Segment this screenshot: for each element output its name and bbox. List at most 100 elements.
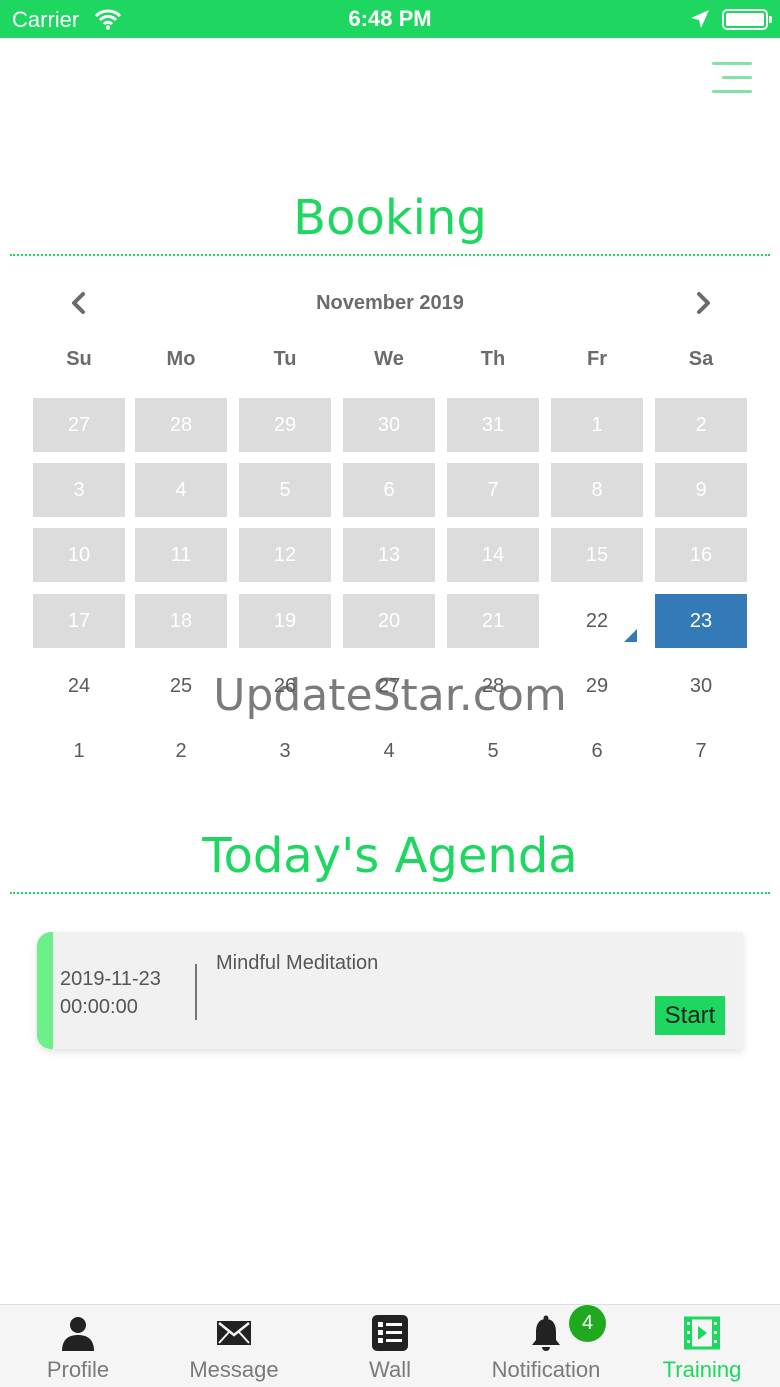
calendar-day: 9 bbox=[655, 463, 747, 517]
clock: 6:48 PM bbox=[348, 6, 432, 31]
calendar-day-today[interactable]: 22 bbox=[551, 594, 643, 648]
calendar-day: 7 bbox=[447, 463, 539, 517]
calendar-day[interactable]: 1 bbox=[33, 724, 125, 778]
calendar-day: 30 bbox=[343, 398, 435, 452]
agenda-item: 2019-11-23 00:00:00 Mindful Meditation S… bbox=[37, 932, 743, 1049]
calendar-day: 3 bbox=[33, 463, 125, 517]
calendar-day-number: 4 bbox=[175, 479, 187, 501]
agenda-title: Today's Agenda bbox=[202, 828, 578, 884]
watermark: UpdateStar.com bbox=[213, 670, 567, 721]
bell-icon bbox=[532, 1315, 560, 1351]
next-month-button[interactable] bbox=[688, 288, 718, 318]
calendar-day-number: 27 bbox=[67, 414, 91, 436]
calendar-day: 18 bbox=[135, 594, 227, 648]
calendar-day-number: 2 bbox=[695, 414, 707, 436]
calendar-day-number: 18 bbox=[169, 610, 193, 632]
location-arrow-icon bbox=[691, 10, 709, 28]
calendar-day-number: 12 bbox=[273, 544, 297, 566]
agenda-item-datetime: 2019-11-23 00:00:00 bbox=[60, 965, 161, 1021]
calendar-day-number: 4 bbox=[383, 740, 395, 762]
agenda-item-name: Mindful Meditation bbox=[216, 952, 379, 974]
calendar-day[interactable]: 7 bbox=[655, 724, 747, 778]
calendar-day-number: 3 bbox=[279, 740, 291, 762]
calendar-day-number: 19 bbox=[273, 610, 297, 632]
calendar-day: 17 bbox=[33, 594, 125, 648]
calendar-day-number: 23 bbox=[689, 610, 713, 632]
tab-training-label: Training bbox=[662, 1357, 742, 1382]
status-bar: Carrier 6:48 PM bbox=[0, 0, 780, 38]
tab-profile[interactable]: Profile bbox=[0, 1305, 156, 1387]
calendar-day-number: 28 bbox=[169, 414, 193, 436]
tab-training[interactable]: Training bbox=[624, 1305, 780, 1387]
weekday-mo: Mo bbox=[166, 348, 196, 370]
calendar-day-number: 21 bbox=[481, 610, 505, 632]
tab-wall-label: Wall bbox=[369, 1357, 411, 1382]
calendar-day-number: 13 bbox=[377, 544, 401, 566]
weekday-sa: Sa bbox=[688, 348, 714, 370]
calendar-day-selected[interactable]: 23 bbox=[655, 594, 747, 648]
calendar-day-number: 6 bbox=[591, 740, 603, 762]
tab-message-label: Message bbox=[189, 1357, 279, 1382]
person-icon bbox=[62, 1317, 94, 1351]
agenda-divider bbox=[10, 892, 770, 894]
tab-profile-label: Profile bbox=[46, 1357, 110, 1382]
calendar-day: 1 bbox=[551, 398, 643, 452]
calendar-day: 12 bbox=[239, 528, 331, 582]
calendar-day: 27 bbox=[33, 398, 125, 452]
film-icon bbox=[684, 1316, 720, 1350]
calendar-day-number: 6 bbox=[383, 479, 395, 501]
calendar-day: 28 bbox=[135, 398, 227, 452]
calendar-day: 10 bbox=[33, 528, 125, 582]
calendar-day-number: 20 bbox=[377, 610, 401, 632]
calendar-day: 11 bbox=[135, 528, 227, 582]
tab-wall[interactable]: Wall bbox=[312, 1305, 468, 1387]
calendar-day-number: 15 bbox=[585, 544, 609, 566]
calendar-day: 6 bbox=[343, 463, 435, 517]
menu-icon bbox=[712, 62, 752, 65]
calendar-day: 13 bbox=[343, 528, 435, 582]
calendar-day: 14 bbox=[447, 528, 539, 582]
calendar-day-number: 30 bbox=[377, 414, 401, 436]
calendar-day: 31 bbox=[447, 398, 539, 452]
notification-badge: 4 bbox=[569, 1305, 606, 1342]
agenda-item-time: 00:00:00 bbox=[60, 996, 138, 1018]
today-marker-icon bbox=[624, 629, 637, 642]
agenda-item-separator bbox=[195, 964, 197, 1020]
calendar-day-number: 3 bbox=[73, 479, 85, 501]
menu-button[interactable] bbox=[710, 60, 752, 98]
calendar-day-number: 7 bbox=[695, 740, 707, 762]
calendar-day[interactable]: 2 bbox=[135, 724, 227, 778]
calendar-day[interactable]: 3 bbox=[239, 724, 331, 778]
agenda-item-date: 2019-11-23 bbox=[60, 968, 161, 990]
calendar-day: 4 bbox=[135, 463, 227, 517]
calendar-day: 16 bbox=[655, 528, 747, 582]
weekday-tu: Tu bbox=[273, 348, 297, 370]
menu-icon-line bbox=[712, 90, 752, 93]
start-button[interactable]: Start bbox=[655, 996, 725, 1035]
calendar-month-label: November 2019 bbox=[316, 292, 464, 314]
calendar-day-number: 5 bbox=[487, 740, 499, 762]
calendar-day-number: 5 bbox=[279, 479, 291, 501]
list-icon bbox=[372, 1315, 408, 1351]
calendar-day-number: 1 bbox=[73, 740, 85, 762]
calendar-day[interactable]: 4 bbox=[343, 724, 435, 778]
calendar-day: 20 bbox=[343, 594, 435, 648]
calendar-day: 8 bbox=[551, 463, 643, 517]
tab-bar: Profile Message Wall Notification Traini… bbox=[0, 1304, 780, 1387]
calendar-day[interactable]: 5 bbox=[447, 724, 539, 778]
calendar-day: 19 bbox=[239, 594, 331, 648]
calendar-day: 21 bbox=[447, 594, 539, 648]
tab-notification-label: Notification bbox=[491, 1357, 601, 1382]
weekday-we: We bbox=[374, 348, 404, 370]
calendar-day: 29 bbox=[239, 398, 331, 452]
calendar-day: 2 bbox=[655, 398, 747, 452]
agenda-item-accent bbox=[37, 932, 53, 1049]
calendar-day: 5 bbox=[239, 463, 331, 517]
weekday-su: Su bbox=[66, 348, 92, 370]
calendar-day[interactable]: 6 bbox=[551, 724, 643, 778]
calendar-day: 15 bbox=[551, 528, 643, 582]
calendar-day-number: 1 bbox=[591, 414, 603, 436]
tab-message[interactable]: Message bbox=[156, 1305, 312, 1387]
calendar-day-number: 14 bbox=[481, 544, 505, 566]
calendar-day-number: 31 bbox=[481, 414, 505, 436]
